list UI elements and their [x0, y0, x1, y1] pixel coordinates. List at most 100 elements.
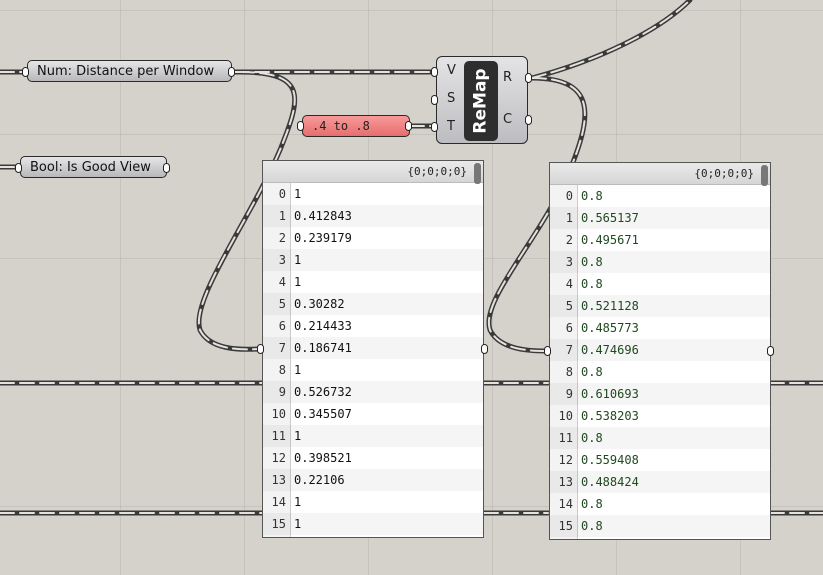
row-index: 2 — [278, 231, 286, 245]
remap-core[interactable]: ReMap — [464, 61, 498, 141]
output-panel-output-grip[interactable] — [767, 346, 774, 356]
row-index: 12 — [271, 451, 286, 465]
output-panel-scrollbar[interactable] — [761, 165, 768, 186]
row-value: 0.559408 — [581, 453, 639, 467]
remap-r-grip[interactable] — [525, 73, 532, 83]
row-index: 8 — [278, 363, 286, 377]
row-index: 15 — [558, 519, 573, 533]
view-param-label: Bool: Is Good View — [30, 159, 151, 175]
list-item: 6 0.214433 — [263, 315, 483, 337]
row-index: 10 — [558, 409, 573, 423]
distance-per-window-param[interactable]: Num: Distance per Window — [27, 60, 232, 82]
view-param-output-grip[interactable] — [163, 163, 170, 173]
row-index: 3 — [565, 255, 573, 269]
remap-input-t[interactable]: T — [447, 119, 455, 134]
view-param-input-grip[interactable] — [15, 163, 22, 173]
row-value: 0.8 — [581, 365, 603, 379]
list-item: 11 1 — [263, 425, 483, 447]
row-value: 0.345507 — [294, 407, 352, 421]
row-index: 4 — [278, 275, 286, 289]
distance-param-label: Num: Distance per Window — [37, 63, 215, 79]
row-index: 1 — [278, 209, 286, 223]
row-index: 3 — [278, 253, 286, 267]
row-value: 0.412843 — [294, 209, 352, 223]
row-value: 0.526732 — [294, 385, 352, 399]
list-item: 81 — [263, 359, 483, 381]
list-item: 12 0.559408 — [550, 449, 770, 471]
output-panel-input-grip[interactable] — [544, 346, 551, 356]
row-value: 0.495671 — [581, 233, 639, 247]
row-value: 0.239179 — [294, 231, 352, 245]
row-value: 1 — [294, 253, 302, 267]
row-value: 0.610693 — [581, 387, 639, 401]
remap-component[interactable]: V S T ReMap R C — [436, 56, 528, 144]
domain-slider[interactable]: .4 to .8 — [302, 115, 410, 137]
remap-input-v[interactable]: V — [447, 63, 456, 78]
input-panel-input-grip[interactable] — [257, 344, 264, 354]
list-item: 14 0.8 — [550, 493, 770, 515]
list-item: 01 — [263, 183, 483, 205]
domain-slider-label: .4 to .8 — [312, 119, 370, 133]
list-item: 5 0.30282 — [263, 293, 483, 315]
input-panel-path: {0;0;0;0} — [263, 161, 483, 183]
list-item: 31 — [263, 249, 483, 271]
is-good-view-param[interactable]: Bool: Is Good View — [20, 156, 167, 178]
row-index: 13 — [271, 473, 286, 487]
input-values-panel[interactable]: {0;0;0;0} 0 1 1 0.412843 2 0.239179 3 1 4 1 5 0.302… — [262, 160, 484, 538]
row-index: 9 — [565, 387, 573, 401]
remap-c-grip[interactable] — [525, 115, 532, 125]
list-item: 11 0.8 — [550, 427, 770, 449]
distance-param-output-grip[interactable] — [228, 67, 235, 77]
list-item: 2 0.239179 — [263, 227, 483, 249]
list-item: 5 0.521128 — [550, 295, 770, 317]
row-value: 0.8 — [581, 497, 603, 511]
remap-title: ReMap — [471, 68, 491, 134]
list-item: 7 0.186741 — [263, 337, 483, 359]
row-index: 13 — [558, 475, 573, 489]
list-item: 7 0.474696 — [550, 339, 770, 361]
distance-param-input-grip[interactable] — [22, 67, 29, 77]
row-index: 4 — [565, 277, 573, 291]
row-value: 1 — [294, 363, 302, 377]
output-values-panel[interactable]: {0;0;0;0} 0 0.8 1 0.565137 2 0.495671 3 0.8 4 0.8… — [549, 162, 771, 540]
row-value: 1 — [294, 517, 302, 531]
remap-output-r[interactable]: R — [503, 70, 512, 85]
list-item: 2 0.495671 — [550, 229, 770, 251]
remap-output-c[interactable]: C — [503, 112, 512, 127]
list-item: 15 1 — [263, 513, 483, 535]
row-value: 0.8 — [581, 431, 603, 445]
row-index: 12 — [558, 453, 573, 467]
list-item: 1 0.412843 — [263, 205, 483, 227]
row-index: 6 — [565, 321, 573, 335]
list-item: 10 0.538203 — [550, 405, 770, 427]
input-panel-output-grip[interactable] — [481, 344, 488, 354]
list-item: 8 0.8 — [550, 361, 770, 383]
row-value: 0.8 — [581, 189, 603, 203]
row-value: 0.214433 — [294, 319, 352, 333]
list-item: 3 0.8 — [550, 251, 770, 273]
remap-input-s[interactable]: S — [447, 91, 455, 106]
row-value: 0.22106 — [294, 473, 345, 487]
row-value: 0.565137 — [581, 211, 639, 225]
list-item: 6 0.485773 — [550, 317, 770, 339]
row-index: 8 — [565, 365, 573, 379]
row-index: 14 — [558, 497, 573, 511]
row-index: 1 — [565, 211, 573, 225]
row-index: 5 — [278, 297, 286, 311]
row-index: 15 — [271, 517, 286, 531]
list-item: 15 0.8 — [550, 515, 770, 537]
remap-t-grip[interactable] — [431, 122, 438, 132]
list-item: 10 0.345507 — [263, 403, 483, 425]
domain-slider-input-grip[interactable] — [297, 121, 304, 131]
row-value: 0.538203 — [581, 409, 639, 423]
remap-v-grip[interactable] — [431, 67, 438, 77]
row-index: 11 — [271, 429, 286, 443]
row-value: 0.485773 — [581, 321, 639, 335]
input-panel-scrollbar[interactable] — [474, 163, 481, 184]
row-value: 1 — [294, 275, 302, 289]
remap-s-grip[interactable] — [431, 95, 438, 105]
domain-slider-output-grip[interactable] — [405, 121, 412, 131]
input-panel-rows: 0 1 1 0.412843 2 0.239179 3 1 4 1 5 0.30282 6 0.21443… — [263, 183, 483, 535]
row-value: 0.474696 — [581, 343, 639, 357]
row-value: 1 — [294, 429, 302, 443]
